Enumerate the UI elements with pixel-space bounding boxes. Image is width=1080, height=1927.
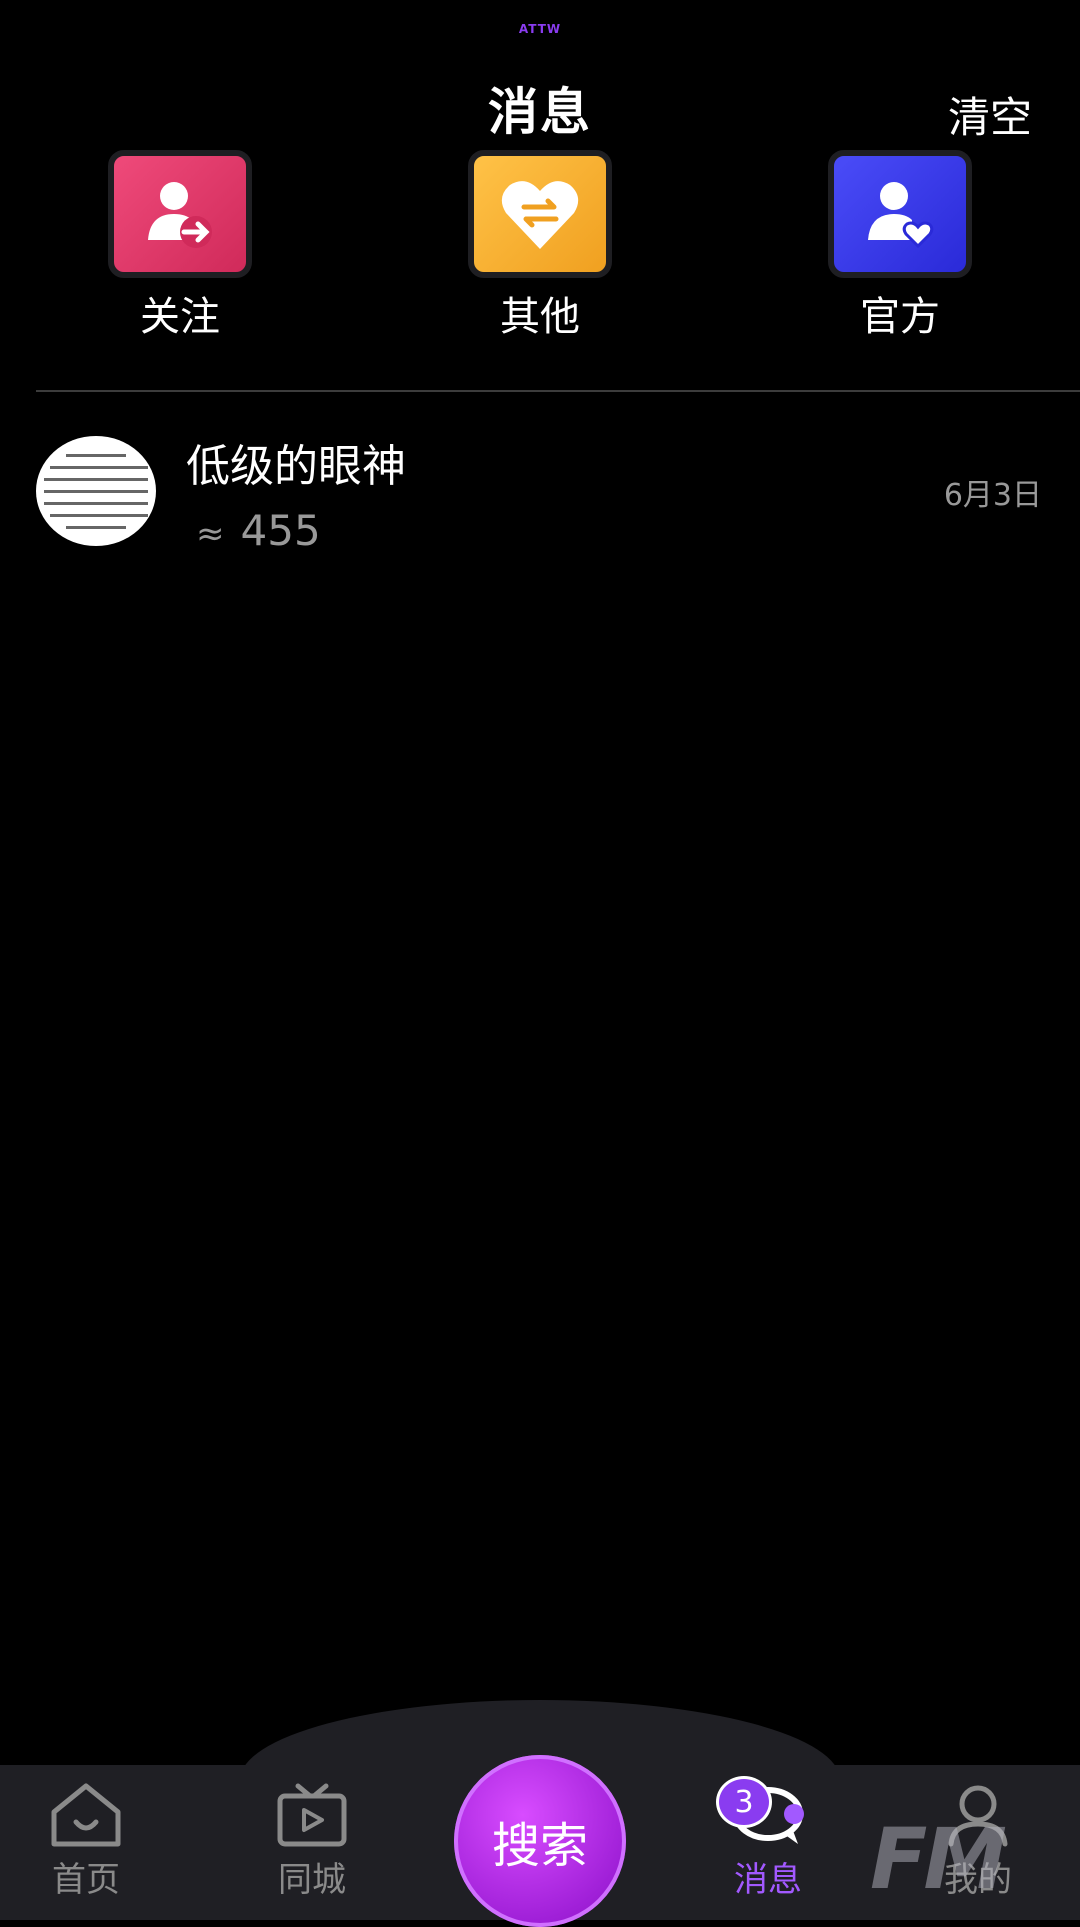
message-item[interactable]: 低级的眼神 ≈455 6月3日 <box>0 430 1080 555</box>
status-mark: ATTW <box>518 22 562 36</box>
avatar <box>36 436 156 546</box>
category-other[interactable]: 其他 <box>440 150 640 342</box>
tab-messages-label: 消息 <box>734 1860 802 1900</box>
watermark-logo: FM <box>870 1810 1007 1908</box>
category-follow[interactable]: 关注 <box>80 150 280 342</box>
home-icon <box>6 1780 166 1850</box>
category-official[interactable]: 官方 <box>800 150 1000 342</box>
heart-exchange-icon <box>468 150 612 278</box>
tab-local[interactable]: 同城 <box>232 1780 392 1901</box>
divider <box>36 390 1080 392</box>
category-follow-label: 关注 <box>140 294 220 340</box>
tv-play-icon <box>232 1780 392 1850</box>
clear-button[interactable]: 清空 <box>948 84 1032 145</box>
tab-home[interactable]: 首页 <box>6 1780 166 1901</box>
user-heart-icon <box>828 150 972 278</box>
tab-local-label: 同城 <box>278 1860 346 1900</box>
message-preview-text: 455 <box>240 506 321 555</box>
page-title: 消息 <box>488 83 592 141</box>
search-button-label: 搜索 <box>491 1818 588 1874</box>
search-center-button[interactable]: 搜索 <box>454 1755 626 1927</box>
category-official-label: 官方 <box>860 294 940 340</box>
message-date: 6月3日 <box>943 478 1042 513</box>
message-sender-name: 低级的眼神 <box>186 441 406 492</box>
unread-badge: 3 <box>716 1776 772 1828</box>
category-other-label: 其他 <box>500 294 580 340</box>
tab-home-label: 首页 <box>52 1860 120 1900</box>
message-preview: ≈455 <box>196 506 321 555</box>
voice-wave-icon: ≈ <box>196 514 225 554</box>
user-follow-icon <box>108 150 252 278</box>
